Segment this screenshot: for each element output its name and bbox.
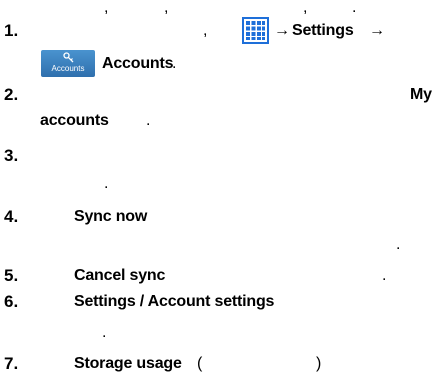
punctuation-mark: . (352, 0, 357, 16)
punctuation-mark: , (303, 0, 308, 16)
step-number: 1. (4, 21, 19, 40)
step-number: 6. (4, 292, 19, 311)
bold-term: Settings / Account settings (74, 293, 275, 310)
step-number: 2. (4, 85, 19, 104)
bold-term: Sync now (74, 208, 148, 225)
key-icon (63, 52, 74, 63)
parenthesis: ) (316, 355, 322, 372)
bold-term: accounts (40, 112, 109, 129)
bold-term: My (410, 86, 432, 103)
punctuation-mark: , (104, 0, 109, 16)
apps-grid-icon (242, 17, 269, 44)
accounts-icon: Accounts (41, 50, 95, 77)
punctuation-mark: , (164, 0, 169, 16)
parenthesis: ( (197, 355, 203, 372)
punctuation-mark: . (104, 175, 109, 192)
nav-settings-text: Settings (292, 22, 354, 39)
step-number: 5. (4, 266, 19, 285)
punctuation-mark: . (102, 324, 107, 341)
punctuation-mark: . (146, 112, 151, 129)
punctuation-mark: . (172, 55, 177, 72)
accounts-icon-label: Accounts (51, 64, 85, 73)
punctuation-mark: , (203, 22, 208, 39)
step-number: 3. (4, 146, 19, 165)
step-number: 4. (4, 207, 19, 226)
bold-term: Cancel sync (74, 267, 166, 284)
step-number: 7. (4, 354, 19, 373)
bold-term: Storage usage (74, 355, 182, 372)
nav-arrow: → (274, 22, 290, 39)
nav-arrow: → (369, 22, 385, 39)
punctuation-mark: . (396, 236, 401, 253)
punctuation-mark: . (382, 267, 387, 284)
nav-accounts-text: Accounts (102, 55, 174, 72)
